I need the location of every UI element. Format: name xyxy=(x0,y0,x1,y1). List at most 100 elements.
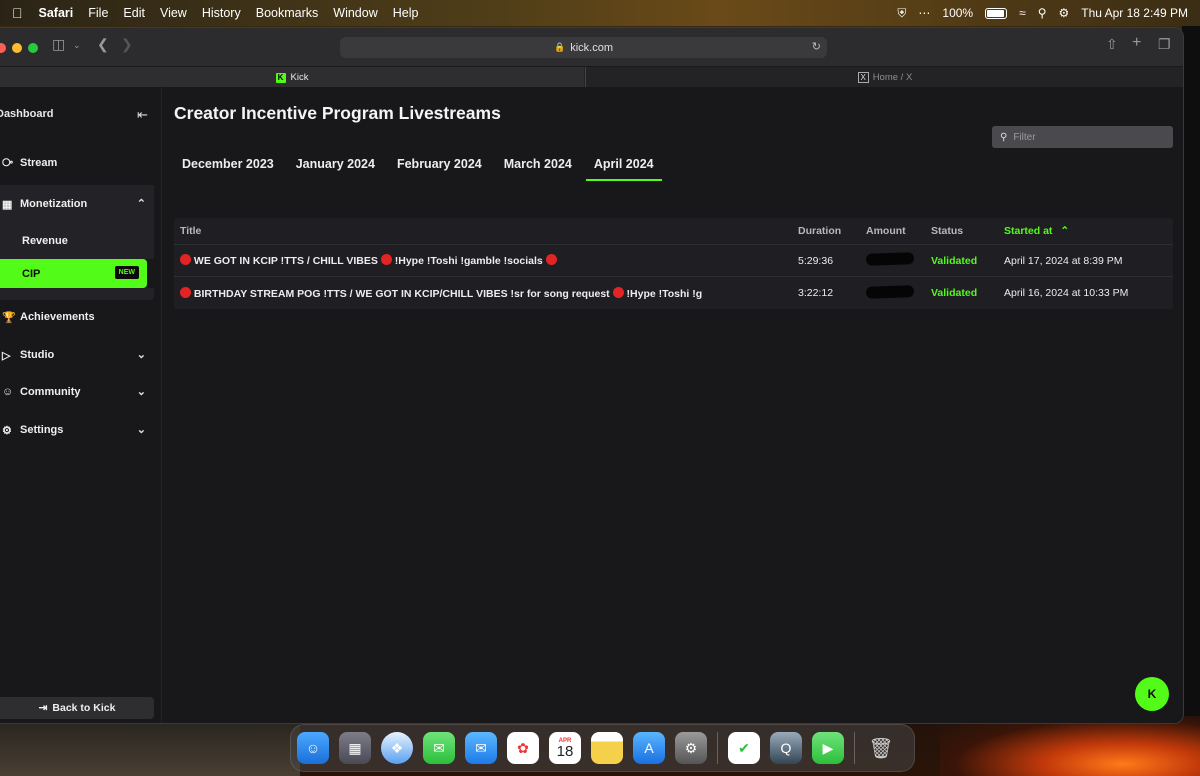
red-circle-icon xyxy=(180,286,191,298)
stream-title-tail: !Hype !Toshi !gamble !socials xyxy=(394,255,543,267)
stream-title-text: WE GOT IN KCIP !TTS / CHILL VIBES xyxy=(193,255,378,267)
tab-april-2024[interactable]: April 2024 xyxy=(585,149,662,181)
chevron-up-icon: ⌃ xyxy=(136,198,146,210)
reload-icon[interactable]: ↻ xyxy=(812,40,821,53)
control-center-icon[interactable]: ⚙ xyxy=(1059,6,1070,20)
main-content: Creator Incentive Program Livestreams De… xyxy=(162,87,1183,723)
sidebar-item-label: Monetization xyxy=(20,198,88,210)
quicktime-icon[interactable]: Q xyxy=(770,732,802,764)
sidebar-item-stream[interactable]: ⧂ Stream xyxy=(0,148,154,178)
red-circle-icon xyxy=(180,254,191,265)
macos-dock: ☺ ▦ ❖ ✉ ✉ ✿ APR 18 A ⚙ ✔ Q ▶ 🗑 xyxy=(290,724,915,772)
safari-icon[interactable]: ❖ xyxy=(381,732,413,764)
back-to-kick-button[interactable]: ⇥ Back to Kick xyxy=(0,697,154,719)
menu-edit[interactable]: Edit xyxy=(123,6,145,20)
tab-x[interactable]: X Home / X xyxy=(585,67,1183,88)
column-started-at-label: Started at xyxy=(1004,225,1053,237)
stream-started-at: April 17, 2024 at 8:39 PM xyxy=(1004,254,1123,267)
menu-app-name[interactable]: Safari xyxy=(39,6,74,20)
notes-icon[interactable] xyxy=(591,732,623,764)
kick-logo-icon: K xyxy=(1147,687,1157,701)
menu-history[interactable]: History xyxy=(202,6,241,20)
sidebar-item-community[interactable]: ☺ Community ⌄ xyxy=(0,377,154,407)
system-settings-icon[interactable]: ⚙ xyxy=(675,732,707,764)
facetime-icon[interactable]: ▶ xyxy=(812,732,844,764)
photos-icon[interactable]: ✿ xyxy=(507,732,539,764)
column-started-at[interactable]: Started at ⌃ xyxy=(1004,225,1173,237)
messages-icon[interactable]: ✉ xyxy=(423,732,455,764)
tab-december-2023[interactable]: December 2023 xyxy=(174,149,282,181)
kick-favicon-icon: K xyxy=(275,72,286,83)
tab-kick-label: Kick xyxy=(290,72,309,83)
menu-bookmarks[interactable]: Bookmarks xyxy=(256,6,319,20)
trash-icon[interactable]: 🗑 xyxy=(865,732,897,764)
calendar-icon[interactable]: APR 18 xyxy=(549,732,581,764)
spotlight-search-icon[interactable]: ⚲ xyxy=(1038,6,1047,20)
browser-toolbar: ◫ ⌄ ❮ ❯ 🔒 kick.com ↻ ⇧ + ❐ xyxy=(0,28,1183,66)
menu-bar-status: ⛨ ⋯ 100% ≈ ⚲ ⚙ Thu Apr 18 2:49 PM xyxy=(897,0,1188,26)
apple-menu-icon[interactable]:  xyxy=(12,5,23,21)
menu-help[interactable]: Help xyxy=(393,6,419,20)
table-row[interactable]: WE GOT IN KCIP !TTS / CHILL VIBES !Hype … xyxy=(174,245,1173,277)
column-duration[interactable]: Duration xyxy=(798,225,866,237)
tab-january-2024[interactable]: January 2024 xyxy=(288,149,383,181)
chevron-down-icon: ⌄ xyxy=(136,386,146,398)
kick-chat-button[interactable]: K xyxy=(1135,677,1169,711)
forward-arrow-icon[interactable]: ❯ xyxy=(121,36,133,53)
studio-icon: ▷ xyxy=(2,349,11,362)
mail-icon[interactable]: ✉ xyxy=(465,732,497,764)
sidebar-toggle-icon[interactable]: ◫ xyxy=(52,36,65,53)
close-window-button[interactable] xyxy=(0,43,6,53)
share-icon[interactable]: ⇧ xyxy=(1106,36,1118,53)
desktop-wallpaper-fire xyxy=(940,716,1200,776)
sidebar-item-achievements[interactable]: 🏆 Achievements xyxy=(0,302,154,332)
users-icon: ☺ xyxy=(2,386,14,398)
finder-icon[interactable]: ☺ xyxy=(297,732,329,764)
table-header: Title Duration Amount Status Started at … xyxy=(174,218,1173,245)
tab-march-2024[interactable]: March 2024 xyxy=(496,149,580,181)
battery-icon[interactable] xyxy=(985,7,1008,19)
zoom-window-button[interactable] xyxy=(28,43,38,53)
tab-overview-icon[interactable]: ❐ xyxy=(1158,36,1171,53)
address-bar[interactable]: 🔒 kick.com ↻ xyxy=(340,37,827,58)
sidebar-item-settings[interactable]: ⚙ Settings ⌄ xyxy=(0,415,154,445)
wifi-icon[interactable]: ≈ xyxy=(1019,6,1026,20)
sidebar-item-monetization[interactable]: ▦ Monetization ⌃ xyxy=(0,185,154,223)
desktop-wallpaper-bottom xyxy=(0,724,300,776)
column-amount[interactable]: Amount xyxy=(866,225,931,237)
tab-bar: K Kick X Home / X xyxy=(0,66,1183,88)
menu-window[interactable]: Window xyxy=(333,6,377,20)
shield-status-icon[interactable]: ⛨ xyxy=(897,6,906,21)
menu-clock[interactable]: Thu Apr 18 2:49 PM xyxy=(1081,6,1188,20)
menu-view[interactable]: View xyxy=(160,6,187,20)
tab-february-2024[interactable]: February 2024 xyxy=(389,149,490,181)
new-tab-icon[interactable]: + xyxy=(1132,34,1141,52)
sidebar-item-label: CIP xyxy=(22,267,41,280)
table-row[interactable]: BIRTHDAY STREAM POG !TTS / WE GOT IN KCI… xyxy=(174,277,1173,309)
search-icon: ⚲ xyxy=(1000,131,1008,143)
sidebar-item-revenue[interactable]: Revenue xyxy=(0,223,154,259)
stream-status: Validated xyxy=(931,287,978,299)
activity-icon[interactable]: ⋯ xyxy=(918,6,930,20)
sidebar-item-studio[interactable]: ▷ Studio ⌄ xyxy=(0,340,154,370)
launchpad-icon[interactable]: ▦ xyxy=(339,732,371,764)
red-circle-icon xyxy=(380,254,392,265)
back-arrow-icon[interactable]: ❮ xyxy=(97,36,109,53)
column-status[interactable]: Status xyxy=(931,225,1004,237)
app-store-icon[interactable]: A xyxy=(633,732,665,764)
minimize-window-button[interactable] xyxy=(12,43,22,53)
column-title[interactable]: Title xyxy=(174,225,798,237)
chevron-down-icon[interactable]: ⌄ xyxy=(73,40,81,51)
sidebar-item-label: Achievements xyxy=(20,311,95,323)
stream-started-at: April 16, 2024 at 10:33 PM xyxy=(1004,287,1129,299)
back-to-kick-label: Back to Kick xyxy=(52,702,116,714)
collapse-sidebar-icon[interactable]: ⇤ xyxy=(137,107,148,123)
security-app-icon[interactable]: ✔ xyxy=(728,732,760,764)
filter-input[interactable]: ⚲ Filter xyxy=(992,126,1173,148)
menu-file[interactable]: File xyxy=(88,6,108,20)
livestreams-table: Title Duration Amount Status Started at … xyxy=(174,218,1173,309)
tab-kick[interactable]: K Kick xyxy=(0,67,584,88)
stream-title-tail: !Hype !Toshi !g xyxy=(626,287,703,300)
sidebar-item-cip[interactable]: CIP NEW xyxy=(0,259,147,288)
sidebar-item-label: Studio xyxy=(20,349,55,361)
